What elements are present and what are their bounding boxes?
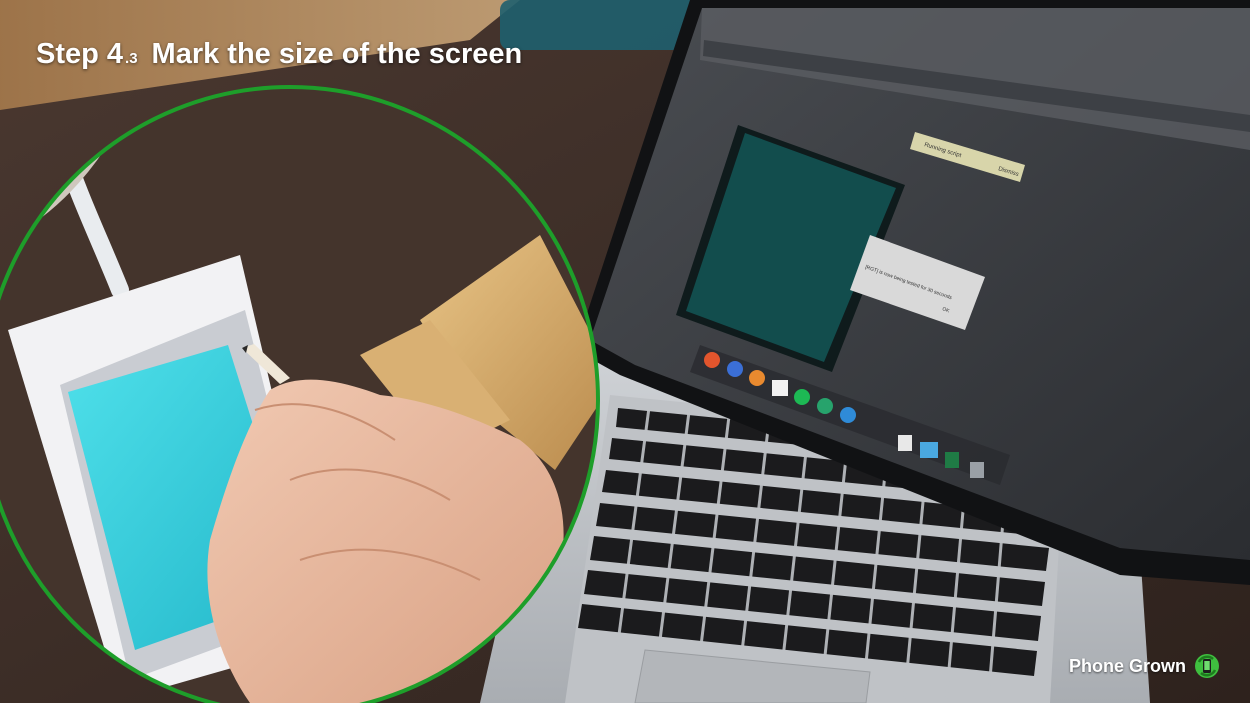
workspace-photo: [RGT] is now being tested for 30 seconds… — [0, 0, 1250, 703]
step-title: Step 4.3 Mark the size of the screen — [36, 36, 522, 77]
recycle-phone-icon — [1195, 654, 1219, 678]
step-heading: Mark the size of the screen — [151, 38, 523, 70]
photo-stage: [RGT] is now being tested for 30 seconds… — [0, 0, 1250, 703]
brand-name: Phone Grown — [1069, 655, 1186, 676]
substep-number: .3 — [125, 50, 138, 67]
step-number: Step 4 — [36, 38, 124, 70]
brand-watermark: Phone Grown — [1069, 653, 1220, 679]
